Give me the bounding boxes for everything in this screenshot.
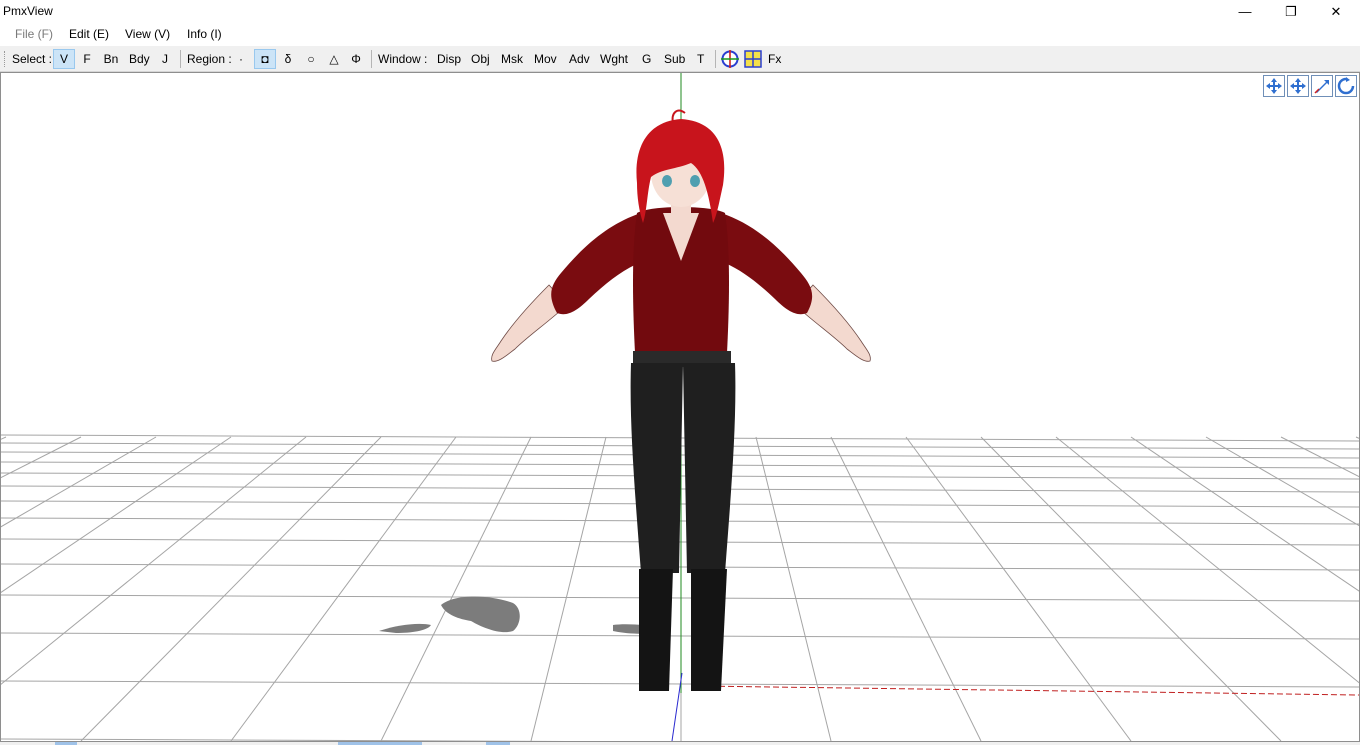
window-obj-button[interactable]: Obj: [469, 49, 492, 69]
grid-line: [1, 738, 567, 741]
window-title: PmxView: [3, 4, 53, 18]
grid-line: [1, 563, 1359, 571]
title-bar: PmxView — ❐ ✕: [0, 0, 1360, 23]
window-mov-button[interactable]: Mov: [532, 49, 559, 69]
select-mode-bone[interactable]: Bn: [101, 49, 121, 69]
window-sub-button[interactable]: Sub: [662, 49, 687, 69]
grid-line: [1, 594, 1359, 602]
region-circle[interactable]: ○: [303, 49, 319, 69]
grid-line: [530, 436, 607, 741]
window-disp-button[interactable]: Disp: [435, 49, 463, 69]
toolbar-grip[interactable]: [4, 51, 6, 67]
grid-line: [1055, 436, 1359, 684]
toolbar-separator: [371, 50, 372, 68]
menu-view[interactable]: View (V): [125, 27, 170, 41]
grid-icon[interactable]: [743, 49, 763, 69]
grid-line: [1205, 436, 1359, 527]
select-label: Select :: [12, 52, 53, 66]
region-triangle[interactable]: △: [326, 49, 342, 69]
select-mode-body[interactable]: Bdy: [127, 49, 151, 69]
grid-line: [1, 436, 157, 528]
toolbar-separator: [180, 50, 181, 68]
grid-line: [1130, 436, 1359, 592]
model-scene: [1, 73, 1359, 741]
select-mode-face[interactable]: F: [80, 49, 94, 69]
grid-line: [1, 538, 1359, 546]
menu-info[interactable]: Info (I): [187, 27, 222, 41]
restore-button[interactable]: ❐: [1268, 0, 1314, 23]
close-button[interactable]: ✕: [1313, 0, 1359, 23]
select-mode-joint[interactable]: J: [159, 49, 171, 69]
region-label: Region :: [187, 52, 232, 66]
toolbar-separator: [715, 50, 716, 68]
camera-controls: [1263, 75, 1357, 97]
crosshair-circle-icon[interactable]: [720, 49, 740, 69]
window-wght-button[interactable]: Wght: [598, 49, 630, 69]
grid-line: [1, 436, 82, 479]
move-cross-icon[interactable]: [1287, 75, 1309, 97]
window-t-button[interactable]: T: [695, 49, 706, 69]
grid-line: [380, 436, 532, 741]
menu-file[interactable]: File (F): [15, 27, 53, 41]
pan-cross-icon[interactable]: [1263, 75, 1285, 97]
region-delta[interactable]: δ: [281, 49, 295, 69]
menu-edit[interactable]: Edit (E): [69, 27, 109, 41]
toolbar: Select : V F Bn Bdy J Region : · ◘ δ ○ △…: [0, 46, 1360, 72]
grid-line: [905, 436, 1132, 741]
grid-line: [980, 436, 1282, 741]
model-shadow: [379, 596, 671, 634]
grid-line: [80, 436, 382, 741]
grid-line: [1, 632, 1359, 640]
window-label: Window :: [378, 52, 428, 66]
minimize-button[interactable]: —: [1222, 0, 1268, 23]
select-mode-vertex[interactable]: V: [53, 49, 75, 69]
x-axis-line: [700, 685, 1359, 696]
window-g-button[interactable]: G: [640, 49, 653, 69]
grid-line: [1, 436, 307, 685]
window-msk-button[interactable]: Msk: [499, 49, 525, 69]
grid-line: [1, 436, 232, 593]
zoom-arrow-icon[interactable]: [1311, 75, 1333, 97]
region-rectangle[interactable]: ◘: [254, 49, 276, 69]
3d-viewport[interactable]: [0, 72, 1360, 742]
region-phi[interactable]: Φ: [348, 49, 364, 69]
fx-button[interactable]: Fx: [766, 49, 783, 69]
window-adv-button[interactable]: Adv: [567, 49, 592, 69]
grid-line: [230, 436, 457, 741]
region-point[interactable]: ·: [234, 49, 248, 69]
grid-line: [755, 436, 832, 741]
rotate-arrow-icon[interactable]: [1335, 75, 1357, 97]
grid-line: [1280, 436, 1359, 478]
menu-bar: File (F) Edit (E) View (V) Info (I): [0, 23, 1360, 46]
grid-line: [830, 436, 982, 741]
